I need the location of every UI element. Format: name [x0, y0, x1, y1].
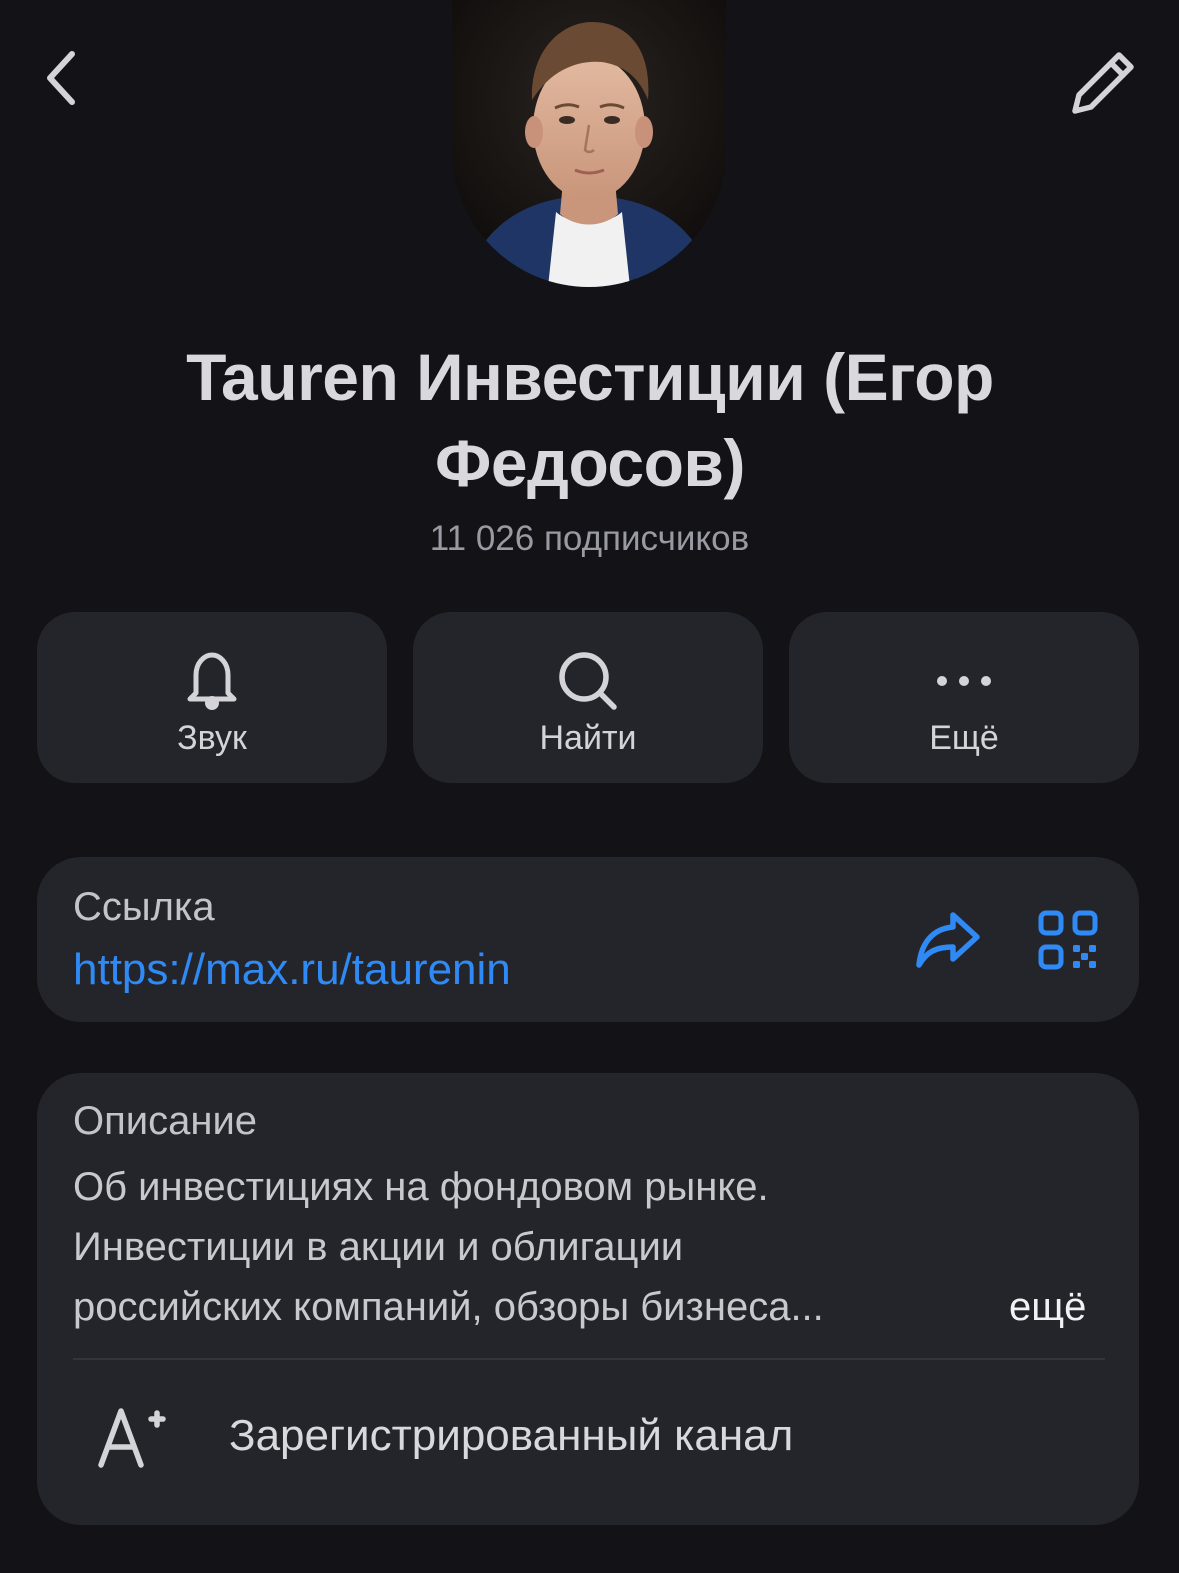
find-button[interactable]: Найти	[413, 612, 763, 783]
description-caption: Описание	[73, 1099, 258, 1143]
back-button[interactable]	[30, 40, 94, 116]
search-icon	[559, 652, 617, 710]
bell-icon	[187, 652, 237, 710]
description-line: Инвестиции в акции и облигации	[73, 1225, 684, 1269]
qr-code-icon	[1038, 910, 1098, 970]
avatar[interactable]	[452, 0, 726, 287]
link-caption: Ссылка	[73, 885, 215, 929]
sound-button[interactable]: Звук	[37, 612, 387, 783]
channel-name: Tauren Инвестиции (Егор Федосов)	[186, 340, 994, 500]
expand-description-link[interactable]: ещё	[1009, 1277, 1086, 1337]
divider	[73, 1358, 1105, 1360]
subscriber-count: 11 026 подписчиков	[429, 519, 750, 558]
sound-label: Звук	[177, 719, 247, 757]
registered-channel-row[interactable]: Зарегистрированный канал	[37, 1361, 1139, 1525]
registered-a-plus-icon	[95, 1403, 175, 1473]
find-label: Найти	[539, 719, 637, 757]
pencil-icon	[1072, 52, 1134, 114]
more-label: Ещё	[929, 719, 999, 757]
description-line: российских компаний, обзоры бизнеса...	[73, 1285, 824, 1329]
more-button[interactable]: Ещё	[789, 612, 1139, 783]
chevron-left-icon	[47, 51, 75, 105]
description-line: Об инвестициях на фондовом рынке.	[73, 1165, 769, 1209]
more-dots-icon	[937, 676, 991, 686]
edit-button[interactable]	[1064, 44, 1144, 120]
registered-channel-label: Зарегистрированный канал	[229, 1411, 794, 1460]
avatar-photo	[452, 0, 726, 287]
description-text: Об инвестициях на фондовом рынке. Инвест…	[73, 1157, 973, 1337]
channel-link[interactable]: https://max.ru/taurenin	[73, 945, 511, 995]
share-icon	[916, 912, 980, 968]
share-button[interactable]	[913, 907, 983, 971]
qr-code-button[interactable]	[1037, 909, 1099, 971]
link-card: Ссылка https://max.ru/taurenin	[37, 857, 1139, 1022]
description-card: Описание Об инвестициях на фондовом рынк…	[37, 1073, 1139, 1525]
